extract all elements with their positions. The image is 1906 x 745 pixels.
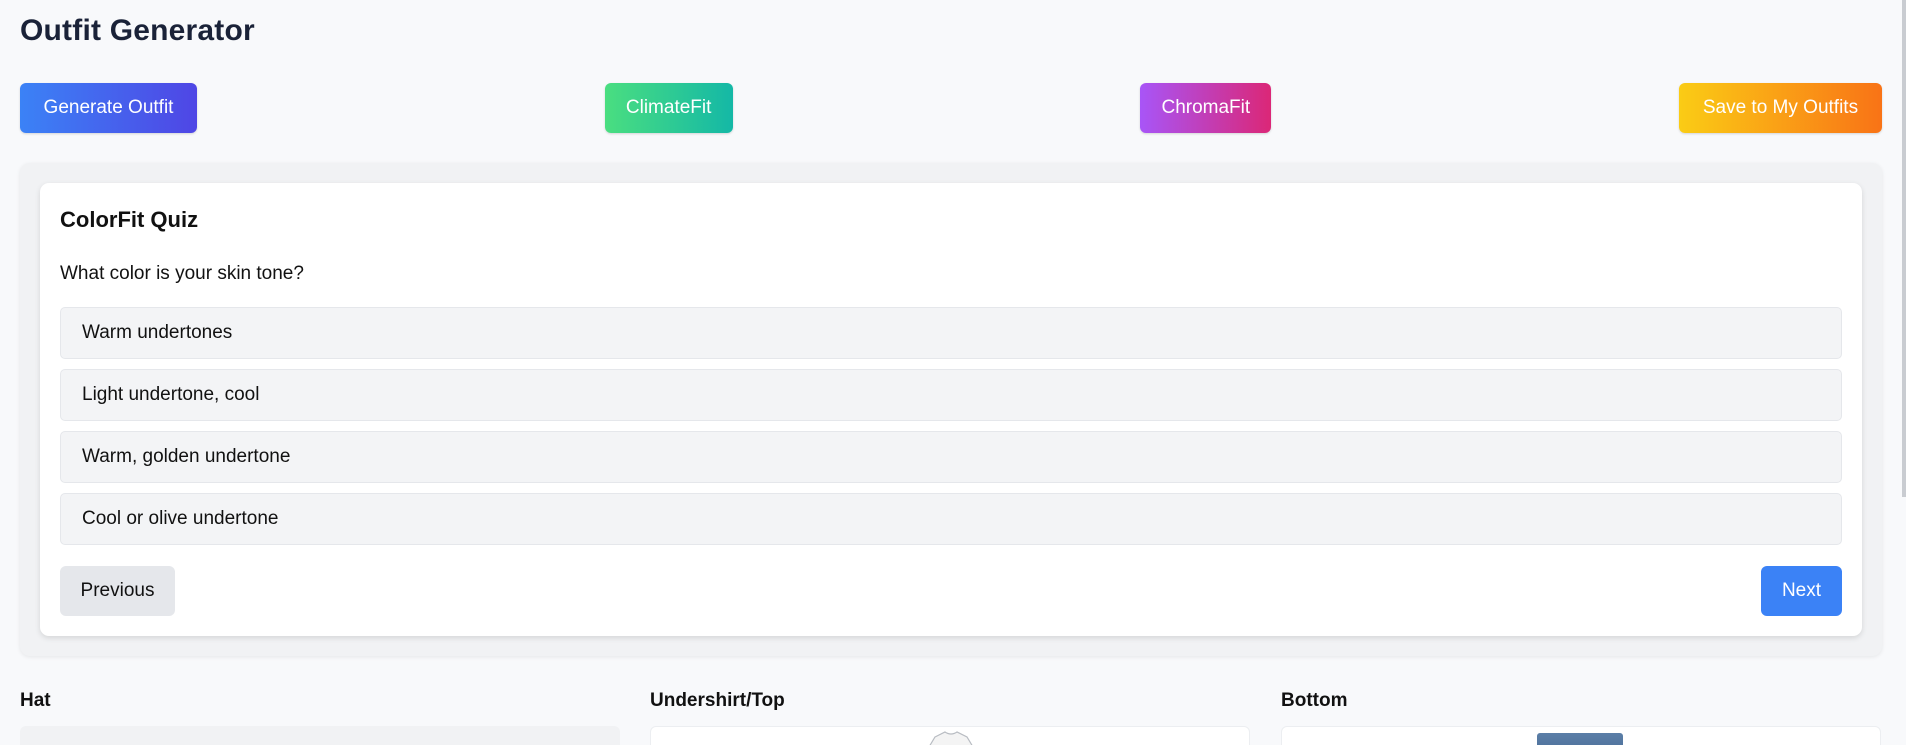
page-title: Outfit Generator (20, 14, 255, 47)
save-to-my-outfits-button[interactable]: Save to My Outfits (1678, 83, 1882, 133)
quiz-option[interactable]: Cool or olive undertone (60, 493, 1842, 545)
quiz-panel: ColorFit Quiz What color is your skin to… (20, 163, 1882, 656)
previous-button[interactable]: Previous (60, 566, 175, 616)
action-toolbar: Generate Outfit ClimateFit ChromaFit Sav… (20, 83, 1882, 133)
category-label: Bottom (1281, 690, 1348, 711)
category-hat: Hat (20, 690, 620, 745)
next-button[interactable]: Next (1761, 566, 1842, 616)
quiz-title: ColorFit Quiz (60, 207, 199, 232)
page-scrollbar[interactable] (1902, 0, 1906, 497)
quiz-card: ColorFit Quiz What color is your skin to… (40, 183, 1862, 636)
hat-slot[interactable] (20, 726, 620, 745)
quiz-question: What color is your skin tone? (60, 263, 304, 284)
chromafit-button[interactable]: ChromaFit (1140, 83, 1272, 133)
category-top: Undershirt/Top (650, 690, 1250, 745)
category-label: Hat (20, 690, 51, 711)
category-bottom: Bottom (1281, 690, 1881, 745)
quiz-options: Warm undertones Light undertone, cool Wa… (60, 307, 1842, 555)
quiz-option[interactable]: Light undertone, cool (60, 369, 1842, 421)
quiz-option[interactable]: Warm, golden undertone (60, 431, 1842, 483)
shirt-image (929, 731, 973, 745)
top-slot[interactable] (650, 726, 1250, 745)
category-label: Undershirt/Top (650, 690, 785, 711)
bottom-slot[interactable] (1281, 726, 1881, 745)
quiz-option[interactable]: Warm undertones (60, 307, 1842, 359)
generate-outfit-button[interactable]: Generate Outfit (20, 83, 197, 133)
jeans-image (1537, 733, 1623, 745)
climatefit-button[interactable]: ClimateFit (604, 83, 733, 133)
